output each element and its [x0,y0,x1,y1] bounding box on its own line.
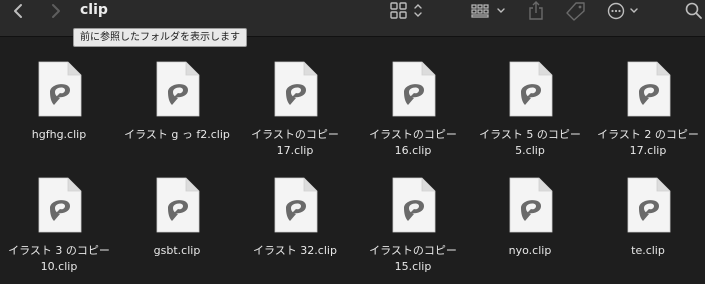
file-item[interactable]: イラストのコピー 17.clip [236,61,354,161]
clip-file-icon [156,177,200,233]
file-name: イラスト 2 のコピー 17.clip [597,128,699,157]
file-item[interactable]: イラスト 5 のコピー 5.clip [471,61,589,161]
file-item[interactable]: nyo.clip [471,177,589,277]
file-name: nyo.clip [508,244,552,257]
clip-file-icon [38,61,82,117]
file-item[interactable]: イラスト 3 のコピー 10.clip [0,177,118,277]
clip-file-icon [627,177,671,233]
clip-file-icon [38,177,82,233]
file-name: イラストのコピー 15.clip [369,244,457,273]
clip-file-icon [392,61,436,117]
back-tooltip: 前に参照したフォルダを表示します [73,28,247,47]
file-name: イラスト 3 のコピー 10.clip [8,244,110,273]
file-item[interactable]: te.clip [589,177,705,277]
file-item[interactable]: gsbt.clip [118,177,236,277]
file-name: イラスト 32.clip [253,244,337,257]
clip-file-icon [509,177,553,233]
file-item[interactable]: イラストのコピー 15.clip [354,177,472,277]
file-name: イラストのコピー 17.clip [251,128,339,157]
file-name: hgfhg.clip [31,128,87,141]
file-name: gsbt.clip [153,244,201,257]
clip-file-icon [156,61,200,117]
clip-file-icon [627,61,671,117]
file-name: イラストのコピー 16.clip [369,128,457,157]
file-name: イラスト g っ f2.clip [124,128,230,141]
file-item[interactable]: hgfhg.clip [0,61,118,161]
file-item[interactable]: イラストのコピー 16.clip [354,61,472,161]
file-item[interactable]: イラスト 2 のコピー 17.clip [589,61,705,161]
clip-file-icon [392,177,436,233]
clip-file-icon [274,177,318,233]
file-name: イラスト 5 のコピー 5.clip [479,128,581,157]
file-item[interactable]: イラスト 32.clip [236,177,354,277]
clip-file-icon [274,61,318,117]
file-item[interactable]: イラスト g っ f2.clip [118,61,236,161]
file-name: te.clip [631,244,665,257]
clip-file-icon [509,61,553,117]
